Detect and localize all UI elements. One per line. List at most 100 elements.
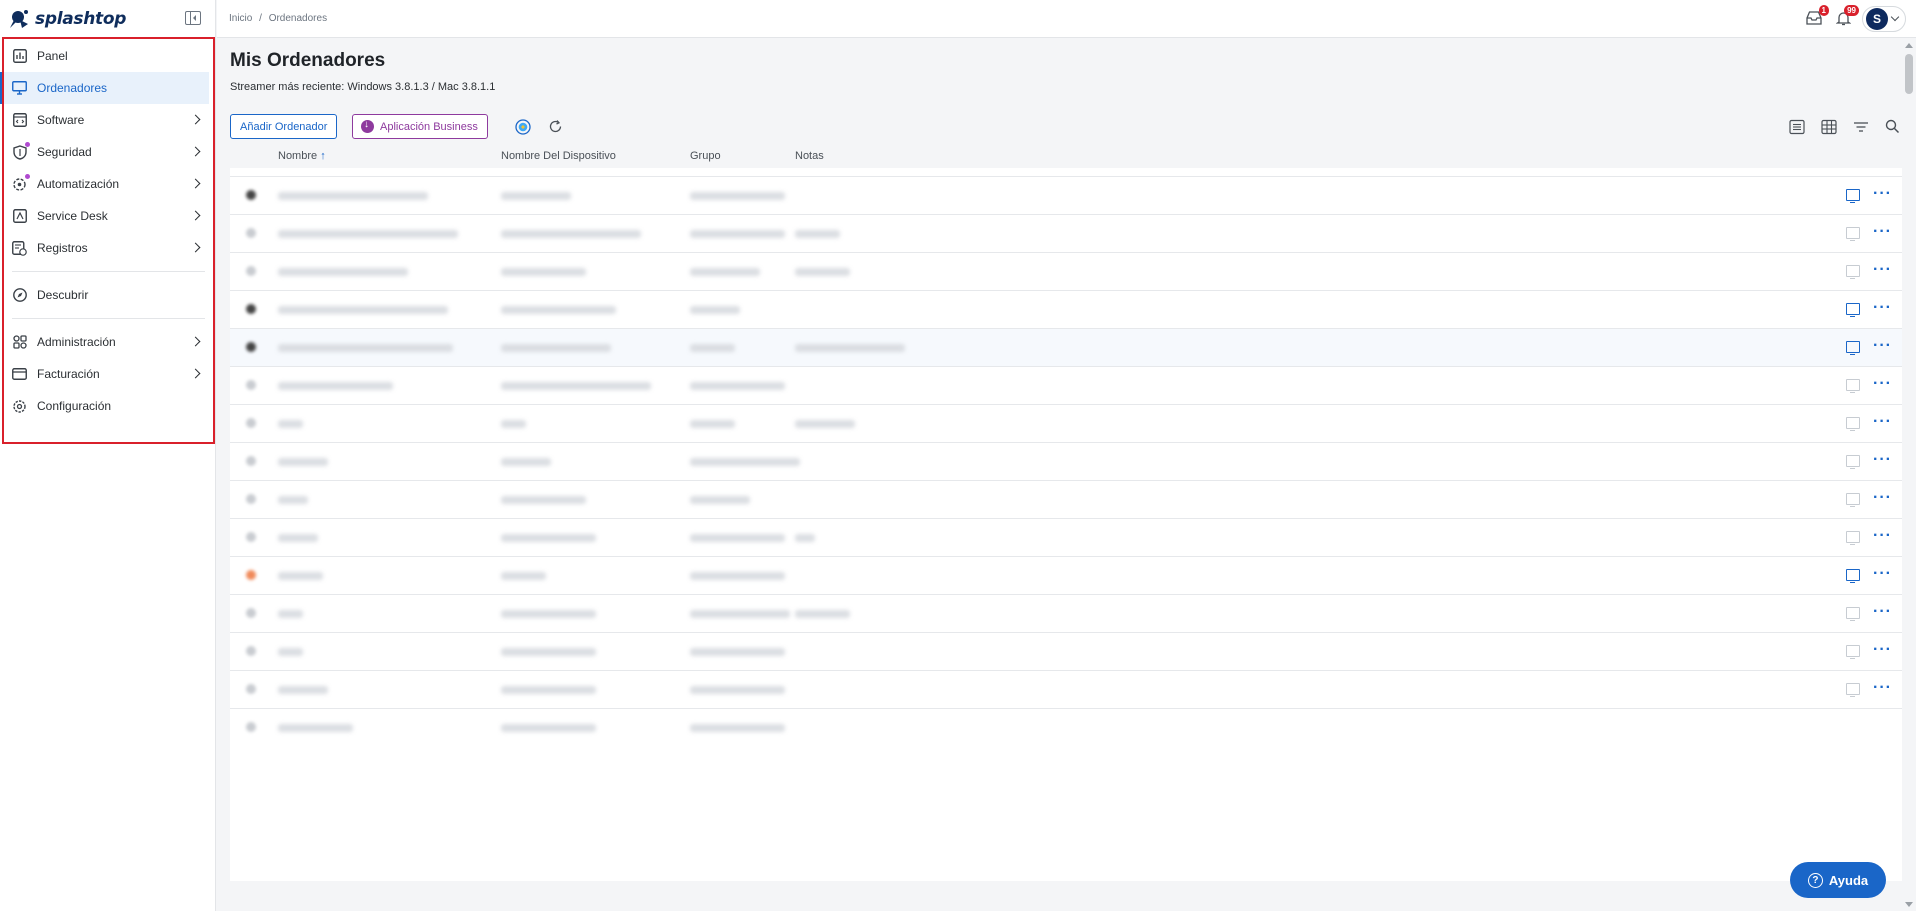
filter-icon[interactable] bbox=[1853, 119, 1869, 135]
more-options-icon[interactable]: ··· bbox=[1873, 223, 1892, 241]
more-options-icon[interactable]: ··· bbox=[1873, 375, 1892, 393]
remote-connect-icon[interactable] bbox=[1846, 379, 1860, 393]
breadcrumb-home[interactable]: Inicio bbox=[229, 13, 252, 24]
business-app-label: Aplicación Business bbox=[380, 120, 478, 133]
blurred-text bbox=[278, 648, 303, 656]
inbox-icon[interactable]: 1 bbox=[1806, 5, 1829, 25]
sidebar-item-seguridad[interactable]: Seguridad bbox=[4, 136, 209, 168]
more-options-icon[interactable]: ··· bbox=[1873, 565, 1892, 583]
more-options-icon[interactable]: ··· bbox=[1873, 299, 1892, 317]
help-button[interactable]: ? Ayuda bbox=[1790, 862, 1886, 898]
list-view-icon[interactable] bbox=[1789, 119, 1805, 135]
refresh-icon[interactable] bbox=[548, 119, 564, 135]
remote-connect-icon[interactable] bbox=[1846, 341, 1860, 355]
blurred-text bbox=[501, 382, 651, 390]
more-options-icon[interactable]: ··· bbox=[1873, 337, 1892, 355]
sidebar-item-label: Facturación bbox=[37, 367, 100, 381]
remote-connect-icon[interactable] bbox=[1846, 265, 1860, 279]
monitor-icon bbox=[12, 81, 27, 96]
table-row[interactable]: ··· bbox=[230, 404, 1902, 442]
sidebar-item-panel[interactable]: Panel bbox=[4, 40, 209, 72]
table-row[interactable]: ··· bbox=[230, 328, 1902, 366]
computers-table: Nombre ↑ Nombre Del Dispositivo Grupo No… bbox=[230, 146, 1902, 881]
column-name-label: Nombre bbox=[278, 150, 318, 162]
remote-connect-icon[interactable] bbox=[1846, 607, 1860, 621]
add-computer-button[interactable]: Añadir Ordenador bbox=[230, 114, 338, 139]
sidebar-item-automatizacion[interactable]: Automatización bbox=[4, 168, 209, 200]
chevron-right-icon bbox=[190, 210, 201, 221]
table-row[interactable]: ··· bbox=[230, 366, 1902, 404]
device-icon bbox=[246, 494, 256, 504]
sidebar-item-service-desk[interactable]: Service Desk bbox=[4, 200, 209, 232]
blurred-text bbox=[795, 610, 850, 618]
more-options-icon[interactable]: ··· bbox=[1873, 451, 1892, 469]
blurred-text bbox=[278, 572, 323, 580]
remote-connect-icon[interactable] bbox=[1846, 303, 1860, 317]
blurred-text bbox=[278, 344, 453, 352]
sidebar-item-descubrir[interactable]: Descubrir bbox=[4, 279, 209, 311]
table-row[interactable] bbox=[230, 708, 1902, 746]
more-options-icon[interactable]: ··· bbox=[1873, 185, 1892, 203]
sidebar-item-administracion[interactable]: Administración bbox=[4, 326, 209, 358]
device-icon bbox=[246, 266, 256, 276]
sidebar-item-software[interactable]: Software bbox=[4, 104, 209, 136]
more-options-icon[interactable]: ··· bbox=[1873, 261, 1892, 279]
table-row[interactable]: ··· bbox=[230, 670, 1902, 708]
blurred-text bbox=[501, 344, 611, 352]
more-options-icon[interactable]: ··· bbox=[1873, 527, 1892, 545]
sidebar-item-facturacion[interactable]: Facturación bbox=[4, 358, 209, 390]
sidebar-item-registros[interactable]: Registros bbox=[4, 232, 209, 264]
splashtop-connect-icon[interactable] bbox=[515, 119, 531, 135]
column-notes-header[interactable]: Notas bbox=[795, 150, 824, 162]
sidebar-item-ordenadores[interactable]: Ordenadores bbox=[0, 72, 209, 104]
table-row[interactable]: ··· bbox=[230, 594, 1902, 632]
table-row[interactable]: ··· bbox=[230, 632, 1902, 670]
scroll-up-icon[interactable] bbox=[1905, 43, 1913, 48]
blurred-text bbox=[690, 268, 760, 276]
blurred-text bbox=[501, 496, 586, 504]
more-options-icon[interactable]: ··· bbox=[1873, 413, 1892, 431]
blurred-text bbox=[278, 192, 428, 200]
remote-connect-icon[interactable] bbox=[1846, 227, 1860, 241]
brand-logo[interactable]: splashtop bbox=[0, 0, 215, 38]
column-name-header[interactable]: Nombre ↑ bbox=[278, 150, 326, 162]
scroll-thumb[interactable] bbox=[1905, 54, 1913, 94]
sidebar-item-label: Ordenadores bbox=[37, 81, 108, 95]
search-icon[interactable] bbox=[1885, 119, 1901, 135]
column-device-header[interactable]: Nombre Del Dispositivo bbox=[501, 150, 616, 162]
bell-icon[interactable]: 99 bbox=[1835, 5, 1859, 26]
table-row[interactable]: ··· bbox=[230, 214, 1902, 252]
question-icon: ? bbox=[1807, 872, 1823, 888]
table-header: Nombre ↑ Nombre Del Dispositivo Grupo No… bbox=[230, 146, 1902, 168]
avatar[interactable]: S bbox=[1866, 8, 1888, 30]
column-settings-icon[interactable] bbox=[1821, 119, 1837, 135]
table-row[interactable]: ··· bbox=[230, 290, 1902, 328]
blurred-text bbox=[501, 610, 596, 618]
more-options-icon[interactable]: ··· bbox=[1873, 641, 1892, 659]
remote-connect-icon[interactable] bbox=[1846, 493, 1860, 507]
collapse-sidebar-icon[interactable] bbox=[185, 11, 201, 25]
remote-connect-icon[interactable] bbox=[1846, 569, 1860, 583]
sidebar-item-configuracion[interactable]: Configuración bbox=[4, 390, 209, 422]
remote-connect-icon[interactable] bbox=[1846, 189, 1860, 203]
remote-connect-icon[interactable] bbox=[1846, 417, 1860, 431]
remote-connect-icon[interactable] bbox=[1846, 455, 1860, 469]
table-row[interactable]: ··· bbox=[230, 252, 1902, 290]
scroll-down-icon[interactable] bbox=[1905, 902, 1913, 907]
blurred-text bbox=[501, 230, 641, 238]
table-row[interactable]: ··· bbox=[230, 176, 1902, 214]
more-options-icon[interactable]: ··· bbox=[1873, 679, 1892, 697]
blurred-text bbox=[278, 382, 393, 390]
column-group-header[interactable]: Grupo bbox=[690, 150, 721, 162]
remote-connect-icon[interactable] bbox=[1846, 531, 1860, 545]
remote-connect-icon[interactable] bbox=[1846, 645, 1860, 659]
business-app-button[interactable]: Aplicación Business bbox=[352, 114, 488, 139]
more-options-icon[interactable]: ··· bbox=[1873, 603, 1892, 621]
table-row[interactable]: ··· bbox=[230, 518, 1902, 556]
more-options-icon[interactable]: ··· bbox=[1873, 489, 1892, 507]
page-scrollbar[interactable] bbox=[1902, 39, 1916, 911]
table-row[interactable]: ··· bbox=[230, 556, 1902, 594]
table-row[interactable]: ··· bbox=[230, 480, 1902, 518]
remote-connect-icon[interactable] bbox=[1846, 683, 1860, 697]
table-row[interactable]: ··· bbox=[230, 442, 1902, 480]
